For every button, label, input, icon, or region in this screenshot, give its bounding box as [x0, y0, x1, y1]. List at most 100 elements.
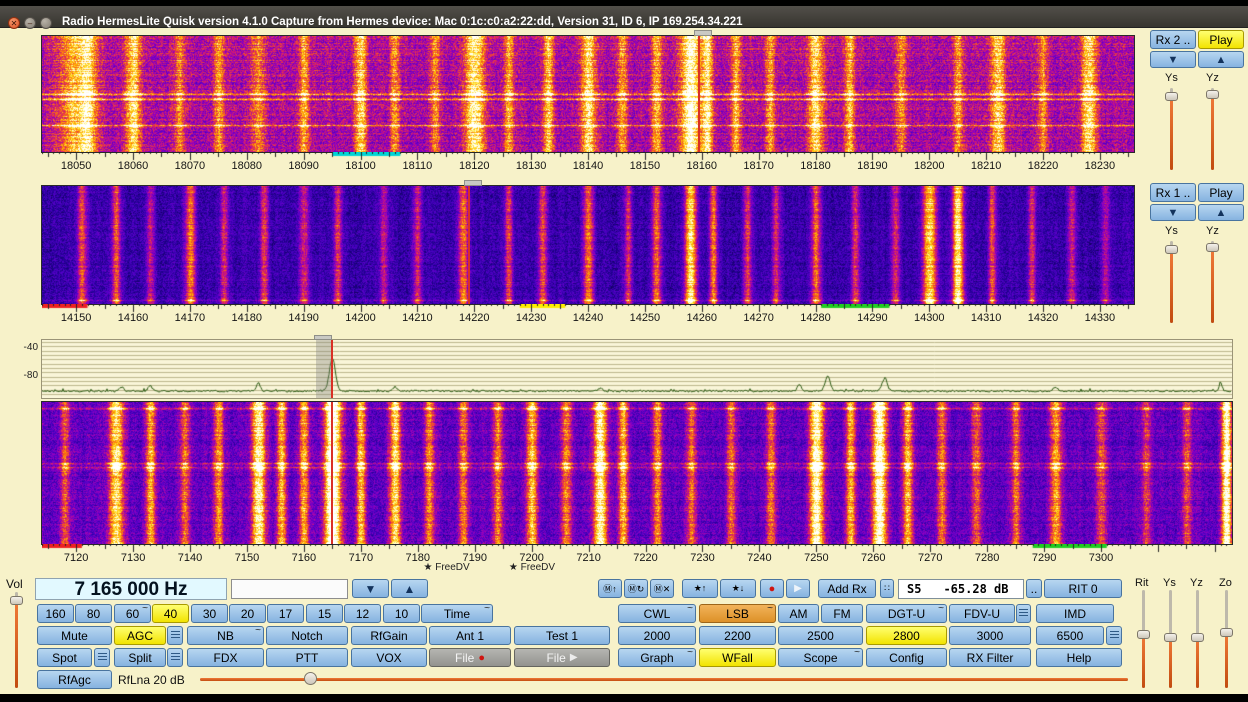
favorites-add-button[interactable]: ★↑: [682, 579, 718, 598]
band-time-button[interactable]: Time~: [421, 604, 493, 623]
band-12-button-label: 12: [356, 607, 369, 621]
window-title: Radio HermesLite Quisk version 4.1.0 Cap…: [62, 16, 743, 28]
maximize-button[interactable]: [40, 17, 52, 29]
rx2-band-up-button[interactable]: ▲: [1198, 51, 1244, 68]
minimize-button[interactable]: –: [24, 17, 36, 29]
mode-dgtu-button[interactable]: DGT-U~: [866, 604, 947, 623]
split-menu-button[interactable]: [167, 648, 183, 667]
mute-button[interactable]: Mute: [37, 626, 112, 645]
memory-next-button[interactable]: Ⓜ↻: [624, 579, 648, 598]
wfall-button[interactable]: WFall: [699, 648, 776, 667]
close-button[interactable]: ✕: [8, 17, 20, 29]
band-20-button[interactable]: 20: [229, 604, 266, 623]
rx2-yz-slider[interactable]: [1206, 90, 1219, 99]
file-record-button[interactable]: File●: [429, 648, 511, 667]
scope-button[interactable]: Scope~: [778, 648, 863, 667]
memory-delete-button[interactable]: Ⓜ✕: [650, 579, 674, 598]
waterfall-20m-canvas[interactable]: [42, 186, 1134, 304]
band-12-button[interactable]: 12: [344, 604, 381, 623]
waterfall-17m-canvas[interactable]: [42, 36, 1134, 152]
tuning-cursor-line[interactable]: [468, 186, 470, 304]
split-button[interactable]: Split: [114, 648, 166, 667]
freq-down-button[interactable]: ▼: [352, 579, 389, 598]
rx2-band-down-button[interactable]: ▼: [1150, 51, 1196, 68]
playback-button[interactable]: ▶: [786, 579, 810, 598]
file-play-button[interactable]: File▶: [514, 648, 610, 667]
rfgain-button[interactable]: RfGain: [351, 626, 427, 645]
rx2-ys-slider[interactable]: [1165, 92, 1178, 101]
band-30-button[interactable]: 30: [191, 604, 228, 623]
rx1-yz-slider[interactable]: [1206, 243, 1219, 252]
yz-slider[interactable]: [1191, 633, 1204, 642]
agc-level-button[interactable]: [167, 626, 183, 645]
agc-button[interactable]: AGC: [114, 626, 166, 645]
mode-fm-button[interactable]: FM: [821, 604, 863, 623]
memory-save-button[interactable]: Ⓜ↑: [598, 579, 622, 598]
filter-width-button[interactable]: [1106, 626, 1122, 645]
fdx-button[interactable]: FDX: [187, 648, 264, 667]
ys-slider[interactable]: [1164, 633, 1177, 642]
test1-button[interactable]: Test 1: [514, 626, 610, 645]
mode-am-button[interactable]: AM: [778, 604, 819, 623]
tuning-cursor-line[interactable]: [331, 340, 333, 398]
spot-level-button[interactable]: [94, 648, 110, 667]
rx2-play-button[interactable]: Play: [1198, 30, 1244, 49]
mode-imd-button[interactable]: IMD: [1036, 604, 1114, 623]
mode-cwl-button[interactable]: CWL~: [618, 604, 696, 623]
mode-lsb-button[interactable]: LSB~: [699, 604, 776, 623]
rx1-band-up-button[interactable]: ▲: [1198, 204, 1244, 221]
band-17-button[interactable]: 17: [267, 604, 304, 623]
notch-button[interactable]: Notch: [266, 626, 348, 645]
freq-up-button[interactable]: ▲: [391, 579, 428, 598]
rx1-menu-button[interactable]: Rx 1 ..: [1150, 183, 1196, 202]
rx1-play-button[interactable]: Play: [1198, 183, 1244, 202]
rx1-band-down-button[interactable]: ▼: [1150, 204, 1196, 221]
rit-button[interactable]: RIT 0: [1044, 579, 1122, 598]
vol-slider[interactable]: [10, 596, 23, 605]
filter-3000-button[interactable]: 3000: [949, 626, 1031, 645]
spot-button[interactable]: Spot: [37, 648, 92, 667]
zo-slider[interactable]: [1220, 628, 1233, 637]
add-rx-button[interactable]: Add Rx: [818, 579, 876, 598]
filter-2000-button[interactable]: 2000: [618, 626, 696, 645]
help-button[interactable]: Help: [1036, 648, 1122, 667]
band-10-button[interactable]: 10: [383, 604, 420, 623]
config-button[interactable]: Config: [866, 648, 947, 667]
ptt-button[interactable]: PTT: [266, 648, 348, 667]
filter-2200-button[interactable]: 2200: [699, 626, 776, 645]
band-40-button[interactable]: 40: [152, 604, 189, 623]
rx1-ys-slider[interactable]: [1165, 245, 1178, 254]
rx-filter-button[interactable]: RX Filter: [949, 648, 1031, 667]
nb-button[interactable]: NB~: [187, 626, 264, 645]
spectrum-graph-canvas[interactable]: [42, 340, 1232, 398]
rx-options-button[interactable]: ∷: [880, 579, 894, 598]
filter-2800-button[interactable]: 2800: [866, 626, 947, 645]
tuning-cursor-line[interactable]: [331, 402, 333, 544]
tick-label: 7140: [178, 552, 202, 564]
fdv-menu-button[interactable]: [1016, 604, 1031, 623]
tuning-cursor-line[interactable]: [698, 36, 700, 152]
vox-button[interactable]: VOX: [351, 648, 427, 667]
filter-2500-button[interactable]: 2500: [778, 626, 863, 645]
slider-popup-icon: [171, 631, 180, 640]
record-button[interactable]: ●: [760, 579, 784, 598]
ant1-button[interactable]: Ant 1: [429, 626, 511, 645]
band-60-button[interactable]: 60~: [114, 604, 151, 623]
frequency-entry[interactable]: [231, 579, 348, 599]
band-80-button[interactable]: 80: [75, 604, 112, 623]
rflna-label: RfLna 20 dB: [118, 673, 185, 687]
rit-slider[interactable]: [1137, 630, 1150, 639]
mode-fdvu-button[interactable]: FDV-U: [949, 604, 1015, 623]
filter-6500-button[interactable]: 6500: [1036, 626, 1104, 645]
smeter-options-button[interactable]: ..: [1026, 579, 1042, 598]
rflna-slider[interactable]: [304, 672, 317, 685]
band-15-button[interactable]: 15: [306, 604, 343, 623]
slider-popup-icon: [98, 653, 107, 662]
favorites-open-button[interactable]: ★↓: [720, 579, 756, 598]
slider-popup-icon: [1019, 609, 1028, 618]
rfagc-button[interactable]: RfAgc: [37, 670, 112, 689]
graph-button[interactable]: Graph~: [618, 648, 696, 667]
waterfall-40m-canvas[interactable]: [42, 402, 1232, 544]
rx2-menu-button[interactable]: Rx 2 ..: [1150, 30, 1196, 49]
band-160-button[interactable]: 160: [37, 604, 74, 623]
